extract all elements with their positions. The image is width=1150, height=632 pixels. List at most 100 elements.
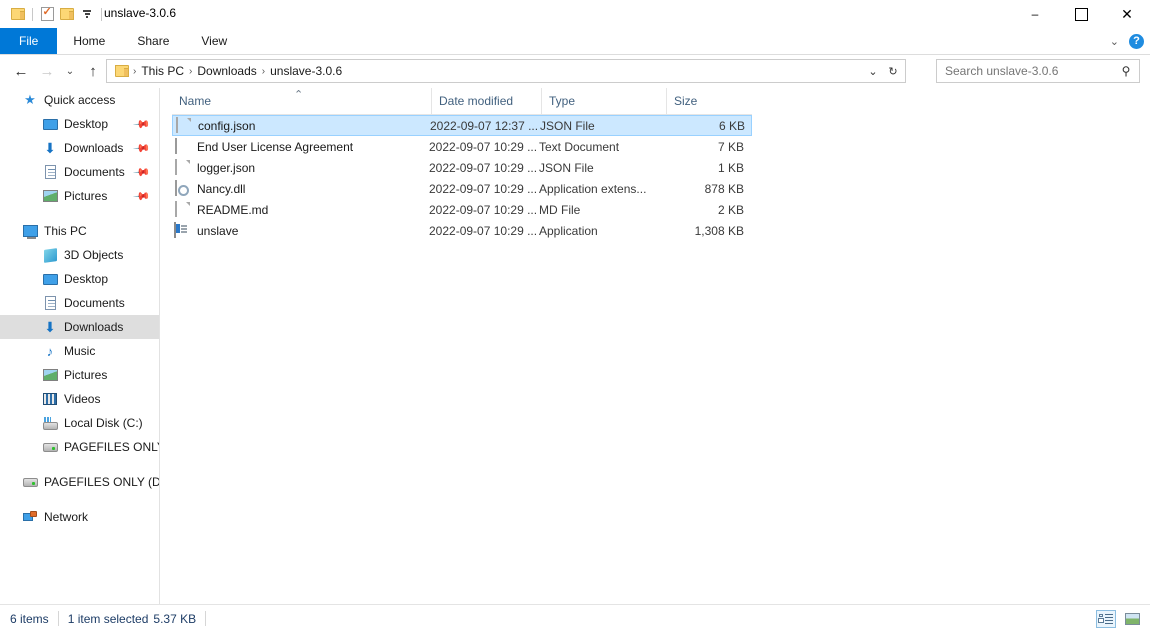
- table-row[interactable]: README.md 2022-09-07 10:29 ... MD File 2…: [172, 199, 752, 220]
- sidebar-item-downloads-qa[interactable]: ⬇ Downloads 📌: [0, 136, 159, 160]
- picture-icon: [42, 367, 58, 383]
- qat-divider-1: [32, 7, 33, 21]
- pin-icon[interactable]: 📌: [133, 115, 152, 134]
- refresh-icon[interactable]: ↻: [883, 65, 903, 78]
- pin-icon[interactable]: 📌: [133, 139, 152, 158]
- search-box[interactable]: ⚲: [936, 59, 1140, 83]
- search-input[interactable]: [937, 63, 1113, 79]
- navigation-pane[interactable]: ★ Quick access Desktop 📌 ⬇ Downloads 📌 D…: [0, 88, 159, 605]
- file-name-label: README.md: [197, 202, 269, 217]
- chevron-down-icon[interactable]: ⌄: [1110, 35, 1119, 48]
- recent-locations-button[interactable]: ⌄: [60, 55, 80, 87]
- table-row[interactable]: unslave 2022-09-07 10:29 ... Application…: [172, 220, 752, 241]
- file-name-cell: README.md: [172, 200, 429, 218]
- table-row[interactable]: config.json 2022-09-07 12:37 ... JSON Fi…: [172, 115, 752, 136]
- star-icon: ★: [24, 92, 36, 107]
- ribbon-tab-bar: File Home Share View ⌄ ?: [0, 28, 1150, 55]
- folder-icon[interactable]: [8, 5, 28, 23]
- video-icon: [42, 391, 58, 407]
- minimize-button[interactable]: –: [1012, 0, 1058, 28]
- file-name-cell: Nancy.dll: [172, 179, 429, 197]
- sidebar-item-local-disk-c[interactable]: Local Disk (C:): [0, 411, 159, 435]
- tab-share[interactable]: Share: [121, 28, 185, 54]
- tab-file[interactable]: File: [0, 28, 58, 54]
- window-title: unslave-3.0.6: [104, 6, 177, 20]
- breadcrumb-bar[interactable]: › This PC › Downloads › unslave-3.0.6 ⌄ …: [106, 59, 906, 83]
- file-name-cell: logger.json: [172, 158, 429, 176]
- large-icons-view-button[interactable]: [1122, 610, 1142, 628]
- picture-icon: [42, 188, 58, 204]
- sidebar-item-network[interactable]: Network: [0, 505, 159, 529]
- tab-view[interactable]: View: [185, 28, 243, 54]
- column-header-size[interactable]: Size: [666, 88, 752, 114]
- sidebar-group-this-pc[interactable]: This PC: [0, 219, 159, 243]
- file-list-view[interactable]: Name ⌃ Date modified Type Size config.js…: [160, 88, 1150, 605]
- maximize-button[interactable]: [1058, 0, 1104, 28]
- pc-icon: [22, 223, 38, 239]
- table-row[interactable]: Nancy.dll 2022-09-07 10:29 ... Applicati…: [172, 178, 752, 199]
- table-row[interactable]: logger.json 2022-09-07 10:29 ... JSON Fi…: [172, 157, 752, 178]
- column-header-type[interactable]: Type: [541, 88, 666, 114]
- file-date-cell: 2022-09-07 12:37 ...: [430, 118, 539, 133]
- 3d-objects-icon: [42, 247, 58, 263]
- dll-file-icon: [174, 179, 190, 197]
- help-icon[interactable]: ?: [1129, 33, 1144, 49]
- column-header-label: Name: [179, 94, 212, 108]
- document-icon: [42, 164, 58, 180]
- file-date-cell: 2022-09-07 10:29 ...: [429, 139, 538, 154]
- search-icon[interactable]: ⚲: [1113, 64, 1139, 78]
- file-name-label: logger.json: [197, 160, 256, 175]
- sidebar-item-documents[interactable]: Documents: [0, 291, 159, 315]
- file-name-label: End User License Agreement: [197, 139, 354, 154]
- up-button[interactable]: ↑: [80, 55, 106, 87]
- new-folder-icon[interactable]: [57, 5, 77, 23]
- chevron-down-icon[interactable]: ⌄: [863, 65, 883, 78]
- sidebar-item-videos[interactable]: Videos: [0, 387, 159, 411]
- tab-home[interactable]: Home: [57, 28, 121, 54]
- sidebar-group-quick-access[interactable]: ★ Quick access: [0, 88, 159, 112]
- sidebar-item-3d-objects[interactable]: 3D Objects: [0, 243, 159, 267]
- sidebar-item-desktop-qa[interactable]: Desktop 📌: [0, 112, 159, 136]
- sidebar-item-label: Local Disk (C:): [64, 416, 143, 430]
- sidebar-item-desktop[interactable]: Desktop: [0, 267, 159, 291]
- file-type-cell: Application extens...: [539, 181, 647, 196]
- file-name-label: unslave: [197, 223, 239, 238]
- sidebar-item-label: Downloads: [64, 320, 124, 334]
- address-bar-buttons: ⌄ ↻: [863, 60, 903, 82]
- sidebar-item-pagefiles-d[interactable]: PAGEFILES ONLY (D:): [0, 470, 159, 494]
- sidebar-item-downloads[interactable]: ⬇ Downloads: [0, 315, 159, 339]
- sidebar-item-pictures-qa[interactable]: Pictures 📌: [0, 184, 159, 208]
- text-document-icon: [174, 137, 190, 155]
- sidebar-item-pictures[interactable]: Pictures: [0, 363, 159, 387]
- ribbon-right-controls: ⌄ ?: [1110, 28, 1144, 54]
- customize-caret-icon[interactable]: [77, 5, 97, 23]
- file-date-cell: 2022-09-07 10:29 ...: [429, 181, 538, 196]
- sidebar-item-label: Network: [44, 510, 89, 524]
- document-icon: [42, 295, 58, 311]
- column-header-date-modified[interactable]: Date modified: [431, 88, 541, 114]
- column-header-name[interactable]: Name ⌃: [172, 88, 431, 114]
- download-icon: ⬇: [44, 139, 56, 156]
- pin-icon[interactable]: 📌: [133, 187, 152, 206]
- sidebar-item-documents-qa[interactable]: Documents 📌: [0, 160, 159, 184]
- pin-icon[interactable]: 📌: [133, 163, 152, 182]
- file-name-cell: config.json: [173, 116, 430, 134]
- file-date-cell: 2022-09-07 10:29 ...: [429, 202, 538, 217]
- file-name-cell: unslave: [172, 221, 429, 239]
- breadcrumb-item-downloads[interactable]: Downloads: [193, 64, 260, 78]
- sidebar-item-pagefiles-nested[interactable]: PAGEFILES ONLY (D: [0, 435, 159, 459]
- status-selection: 1 item selected: [67, 611, 149, 626]
- details-view-button[interactable]: [1096, 609, 1116, 628]
- properties-icon[interactable]: [37, 5, 57, 23]
- file-size-cell: 2 KB: [717, 202, 744, 217]
- sidebar-item-music[interactable]: ♪ Music: [0, 339, 159, 363]
- close-button[interactable]: ✕: [1104, 0, 1150, 28]
- table-row[interactable]: End User License Agreement 2022-09-07 10…: [172, 136, 752, 157]
- breadcrumb-item-this-pc[interactable]: This PC: [137, 64, 188, 78]
- breadcrumb-folder-icon: [115, 65, 130, 77]
- file-date-cell: 2022-09-07 10:29 ...: [429, 160, 538, 175]
- breadcrumb-item-unslave[interactable]: unslave-3.0.6: [266, 64, 346, 78]
- file-date-cell: 2022-09-07 10:29 ...: [429, 223, 538, 238]
- back-button[interactable]: ←: [8, 55, 34, 87]
